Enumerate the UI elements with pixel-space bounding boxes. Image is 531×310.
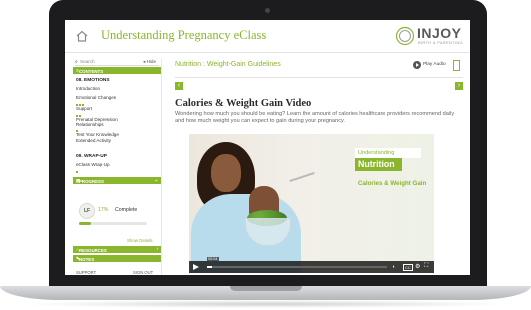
lesson-emotional-changes[interactable]: Emotional Changes bbox=[76, 95, 116, 100]
app-header: Understanding Pregnancy eClass INJOY BIR… bbox=[65, 20, 470, 53]
progress-text: PROGRESS 17% bbox=[79, 179, 104, 189]
laptop-shadow bbox=[20, 300, 511, 308]
sign-out-link[interactable]: SIGN OUT bbox=[133, 270, 153, 275]
search-icon: ⌕ bbox=[75, 59, 78, 65]
video-controls: 00:04 ◖ CC ⚙ ⛶ bbox=[189, 257, 434, 273]
lesson-eclass-wrapup[interactable]: eClass Wrap-Up bbox=[76, 162, 110, 167]
fullscreen-icon[interactable]: ⛶ bbox=[424, 263, 428, 270]
search-placeholder: Search bbox=[80, 59, 95, 64]
resources-section-toggle[interactable]: ⌂ RESOURCES & TOOLS › bbox=[73, 246, 161, 258]
lesson-progress-dots bbox=[76, 169, 79, 173]
progress-bar bbox=[79, 222, 147, 225]
video-seek-bar[interactable] bbox=[207, 266, 387, 268]
video-person-face bbox=[211, 154, 241, 192]
lesson-progress-dots bbox=[76, 102, 85, 106]
lesson-introduction[interactable]: Introduction bbox=[76, 86, 100, 91]
logo-subtext: BIRTH & PARENTING bbox=[418, 40, 463, 45]
play-audio-icon bbox=[413, 61, 421, 69]
video-seek-fill bbox=[207, 266, 213, 268]
lesson-support[interactable]: Support bbox=[76, 106, 92, 111]
progress-section-toggle[interactable]: ▤ PROGRESS 17% ⌄ bbox=[73, 177, 161, 189]
logo-text: INJOY bbox=[417, 25, 462, 41]
webcam bbox=[265, 8, 270, 13]
divider bbox=[175, 77, 463, 78]
search-input[interactable]: ⌕ Search ◂ Hide bbox=[75, 59, 159, 66]
hide-label: Hide bbox=[146, 59, 157, 64]
main-content: Nutrition : Weight-Gain Guidelines Play … bbox=[169, 58, 465, 275]
lesson-progress-dots bbox=[76, 128, 79, 132]
progress-label: ▤ PROGRESS 17% bbox=[76, 178, 104, 189]
laptop-screen: Understanding Pregnancy eClass INJOY BIR… bbox=[65, 20, 470, 275]
card-understanding: Understanding bbox=[355, 148, 421, 158]
play-audio-button[interactable]: Play Audio bbox=[413, 60, 463, 72]
laptop-notch bbox=[230, 286, 302, 291]
lesson-progress-dots bbox=[76, 113, 82, 117]
chevron-down-icon: ⌄ bbox=[154, 177, 158, 182]
video-time: 00:04 bbox=[207, 257, 219, 261]
contents-label: ≡ CONTENTS bbox=[76, 68, 104, 74]
notes-label: ✎ NOTES bbox=[76, 256, 95, 262]
hide-sidebar-button[interactable]: ◂ Hide bbox=[143, 59, 156, 65]
play-audio-label: Play Audio bbox=[423, 62, 446, 67]
show-details-link[interactable]: Show Details bbox=[127, 238, 153, 243]
captions-icon[interactable]: CC bbox=[403, 264, 413, 271]
page-title: Calories & Weight Gain Video bbox=[175, 98, 312, 109]
video-player[interactable]: Understanding Nutrition Calories & Weigh… bbox=[189, 134, 434, 273]
play-icon[interactable] bbox=[193, 264, 199, 270]
bookmark-icon[interactable] bbox=[453, 60, 460, 71]
resources-label: ⌂ RESOURCES & TOOLS bbox=[76, 247, 107, 258]
next-page-button[interactable]: › bbox=[455, 82, 463, 90]
breadcrumb: Nutrition : Weight-Gain Guidelines bbox=[175, 61, 281, 68]
gear-icon[interactable]: ⚙ bbox=[415, 263, 420, 270]
section-wrapup-title: 09. WRAP-UP bbox=[76, 154, 107, 159]
notes-section-toggle[interactable]: ✎ NOTES bbox=[73, 255, 161, 262]
lesson-relationships[interactable]: Relationships bbox=[76, 122, 104, 127]
home-icon[interactable] bbox=[75, 29, 89, 43]
page-description: Wondering how much you should be eating?… bbox=[175, 111, 455, 124]
injoy-logo-icon bbox=[395, 26, 415, 46]
app-title: Understanding Pregnancy eClass bbox=[101, 28, 267, 42]
notes-text: NOTES bbox=[79, 257, 95, 262]
injoy-logo: INJOY BIRTH & PARENTING bbox=[395, 25, 465, 47]
progress-status: Complete bbox=[115, 207, 138, 213]
lesson-extended-activity[interactable]: Extended Activity bbox=[76, 138, 111, 143]
progress-percent: 17% bbox=[98, 207, 109, 213]
previous-page-button[interactable]: ‹ bbox=[175, 82, 183, 90]
progress-bar-fill bbox=[79, 222, 91, 225]
lesson-test-knowledge[interactable]: Test Your Knowledge bbox=[76, 132, 119, 137]
contents-section-toggle[interactable]: ≡ CONTENTS bbox=[73, 67, 161, 74]
user-avatar: LF bbox=[79, 203, 95, 219]
video-title-card: Understanding Nutrition Calories & Weigh… bbox=[355, 148, 426, 194]
volume-icon[interactable]: ◖ bbox=[392, 264, 395, 270]
card-subtitle: Calories & Weight Gain bbox=[358, 180, 427, 187]
chevron-right-icon: › bbox=[156, 246, 158, 251]
card-nutrition: Nutrition bbox=[355, 158, 402, 171]
contents-text: CONTENTS bbox=[79, 69, 104, 74]
support-link[interactable]: SUPPORT bbox=[76, 270, 96, 275]
sidebar: ⌕ Search ◂ Hide ≡ CONTENTS 08. EMOTIONS … bbox=[73, 58, 162, 275]
section-emotions-title: 08. EMOTIONS bbox=[76, 78, 110, 83]
